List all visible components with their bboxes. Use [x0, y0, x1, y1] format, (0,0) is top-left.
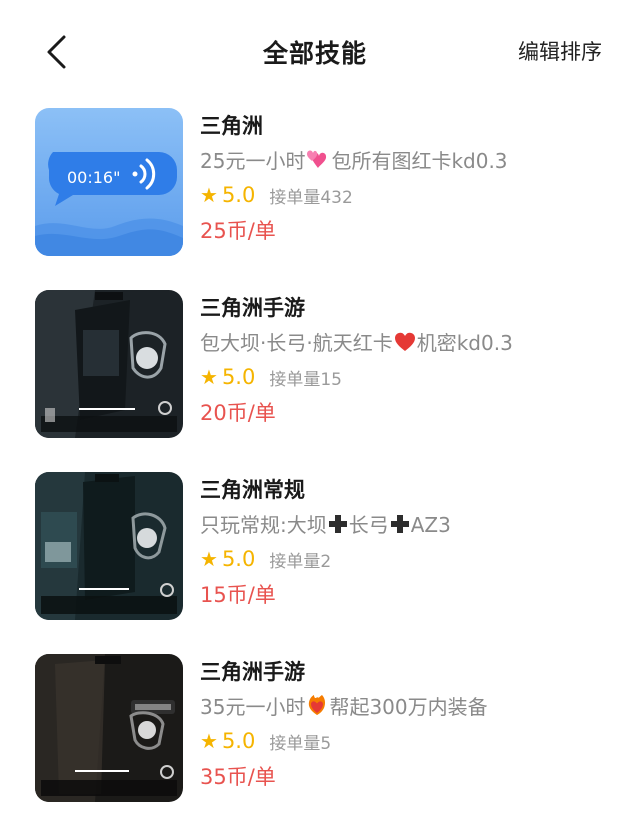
top-bar: 全部技能 编辑排序 — [0, 0, 630, 104]
rating-score: 5.0 — [221, 729, 256, 753]
skill-description: 35元一小时 帮起300万内装备 — [200, 692, 610, 722]
star-icon: ★ — [200, 729, 218, 753]
rating-row: ★ 5.0 接单量2 — [200, 544, 610, 574]
rating-row: ★ 5.0 接单量15 — [200, 362, 610, 392]
star-icon: ★ — [200, 547, 218, 571]
star-icon: ★ — [200, 365, 218, 389]
skill-name: 三角洲常规 — [200, 478, 305, 502]
order-count: 接单量5 — [269, 733, 332, 754]
rating-score: 5.0 — [221, 365, 256, 389]
skill-list: 00:16" 三角洲 25元一小时 包所有图红卡kd0.3 ★ 5.0 接单量43… — [0, 104, 630, 832]
game-screenshot-thumbnail[interactable] — [35, 472, 183, 620]
skill-name: 三角洲 — [200, 114, 263, 138]
rating-row: ★ 5.0 接单量432 — [200, 180, 610, 210]
order-count: 接单量15 — [269, 369, 342, 390]
skill-price: 35币/单 — [200, 765, 276, 789]
edit-sort-button[interactable]: 编辑排序 — [518, 36, 602, 66]
skill-item[interactable]: 三角洲常规 只玩常规:大坝 长弓 AZ3 ★ 5.0 接单量2 15币/单 — [0, 468, 630, 650]
voice-duration: 00:16" — [67, 168, 121, 187]
skill-price: 15币/单 — [200, 583, 276, 607]
voice-intro-thumbnail[interactable]: 00:16" — [35, 108, 183, 256]
red-heart-icon — [394, 330, 416, 358]
game-screenshot-thumbnail[interactable] — [35, 654, 183, 802]
order-count: 接单量2 — [269, 551, 332, 572]
game-screenshot-thumbnail[interactable] — [35, 290, 183, 438]
order-count: 接单量432 — [269, 187, 353, 208]
plus-icon — [328, 512, 348, 540]
skill-description: 25元一小时 包所有图红卡kd0.3 — [200, 146, 610, 176]
skill-item[interactable]: 三角洲手游 35元一小时 帮起300万内装备 ★ 5.0 接单量5 35币/单 — [0, 650, 630, 832]
skill-item[interactable]: 00:16" 三角洲 25元一小时 包所有图红卡kd0.3 ★ 5.0 接单量43… — [0, 104, 630, 286]
two-hearts-icon — [306, 148, 330, 176]
skill-price: 20币/单 — [200, 401, 276, 425]
rating-row: ★ 5.0 接单量5 — [200, 726, 610, 756]
skill-name: 三角洲手游 — [200, 296, 305, 320]
rating-score: 5.0 — [221, 183, 256, 207]
heart-on-fire-icon — [306, 694, 328, 722]
skill-item[interactable]: 三角洲手游 包大坝·长弓·航天红卡 机密kd0.3 ★ 5.0 接单量15 20币… — [0, 286, 630, 468]
skill-description: 只玩常规:大坝 长弓 AZ3 — [200, 510, 610, 540]
skill-name: 三角洲手游 — [200, 660, 305, 684]
rating-score: 5.0 — [221, 547, 256, 571]
skill-price: 25币/单 — [200, 219, 276, 243]
plus-icon — [390, 512, 410, 540]
star-icon: ★ — [200, 183, 218, 207]
skill-description: 包大坝·长弓·航天红卡 机密kd0.3 — [200, 328, 610, 358]
